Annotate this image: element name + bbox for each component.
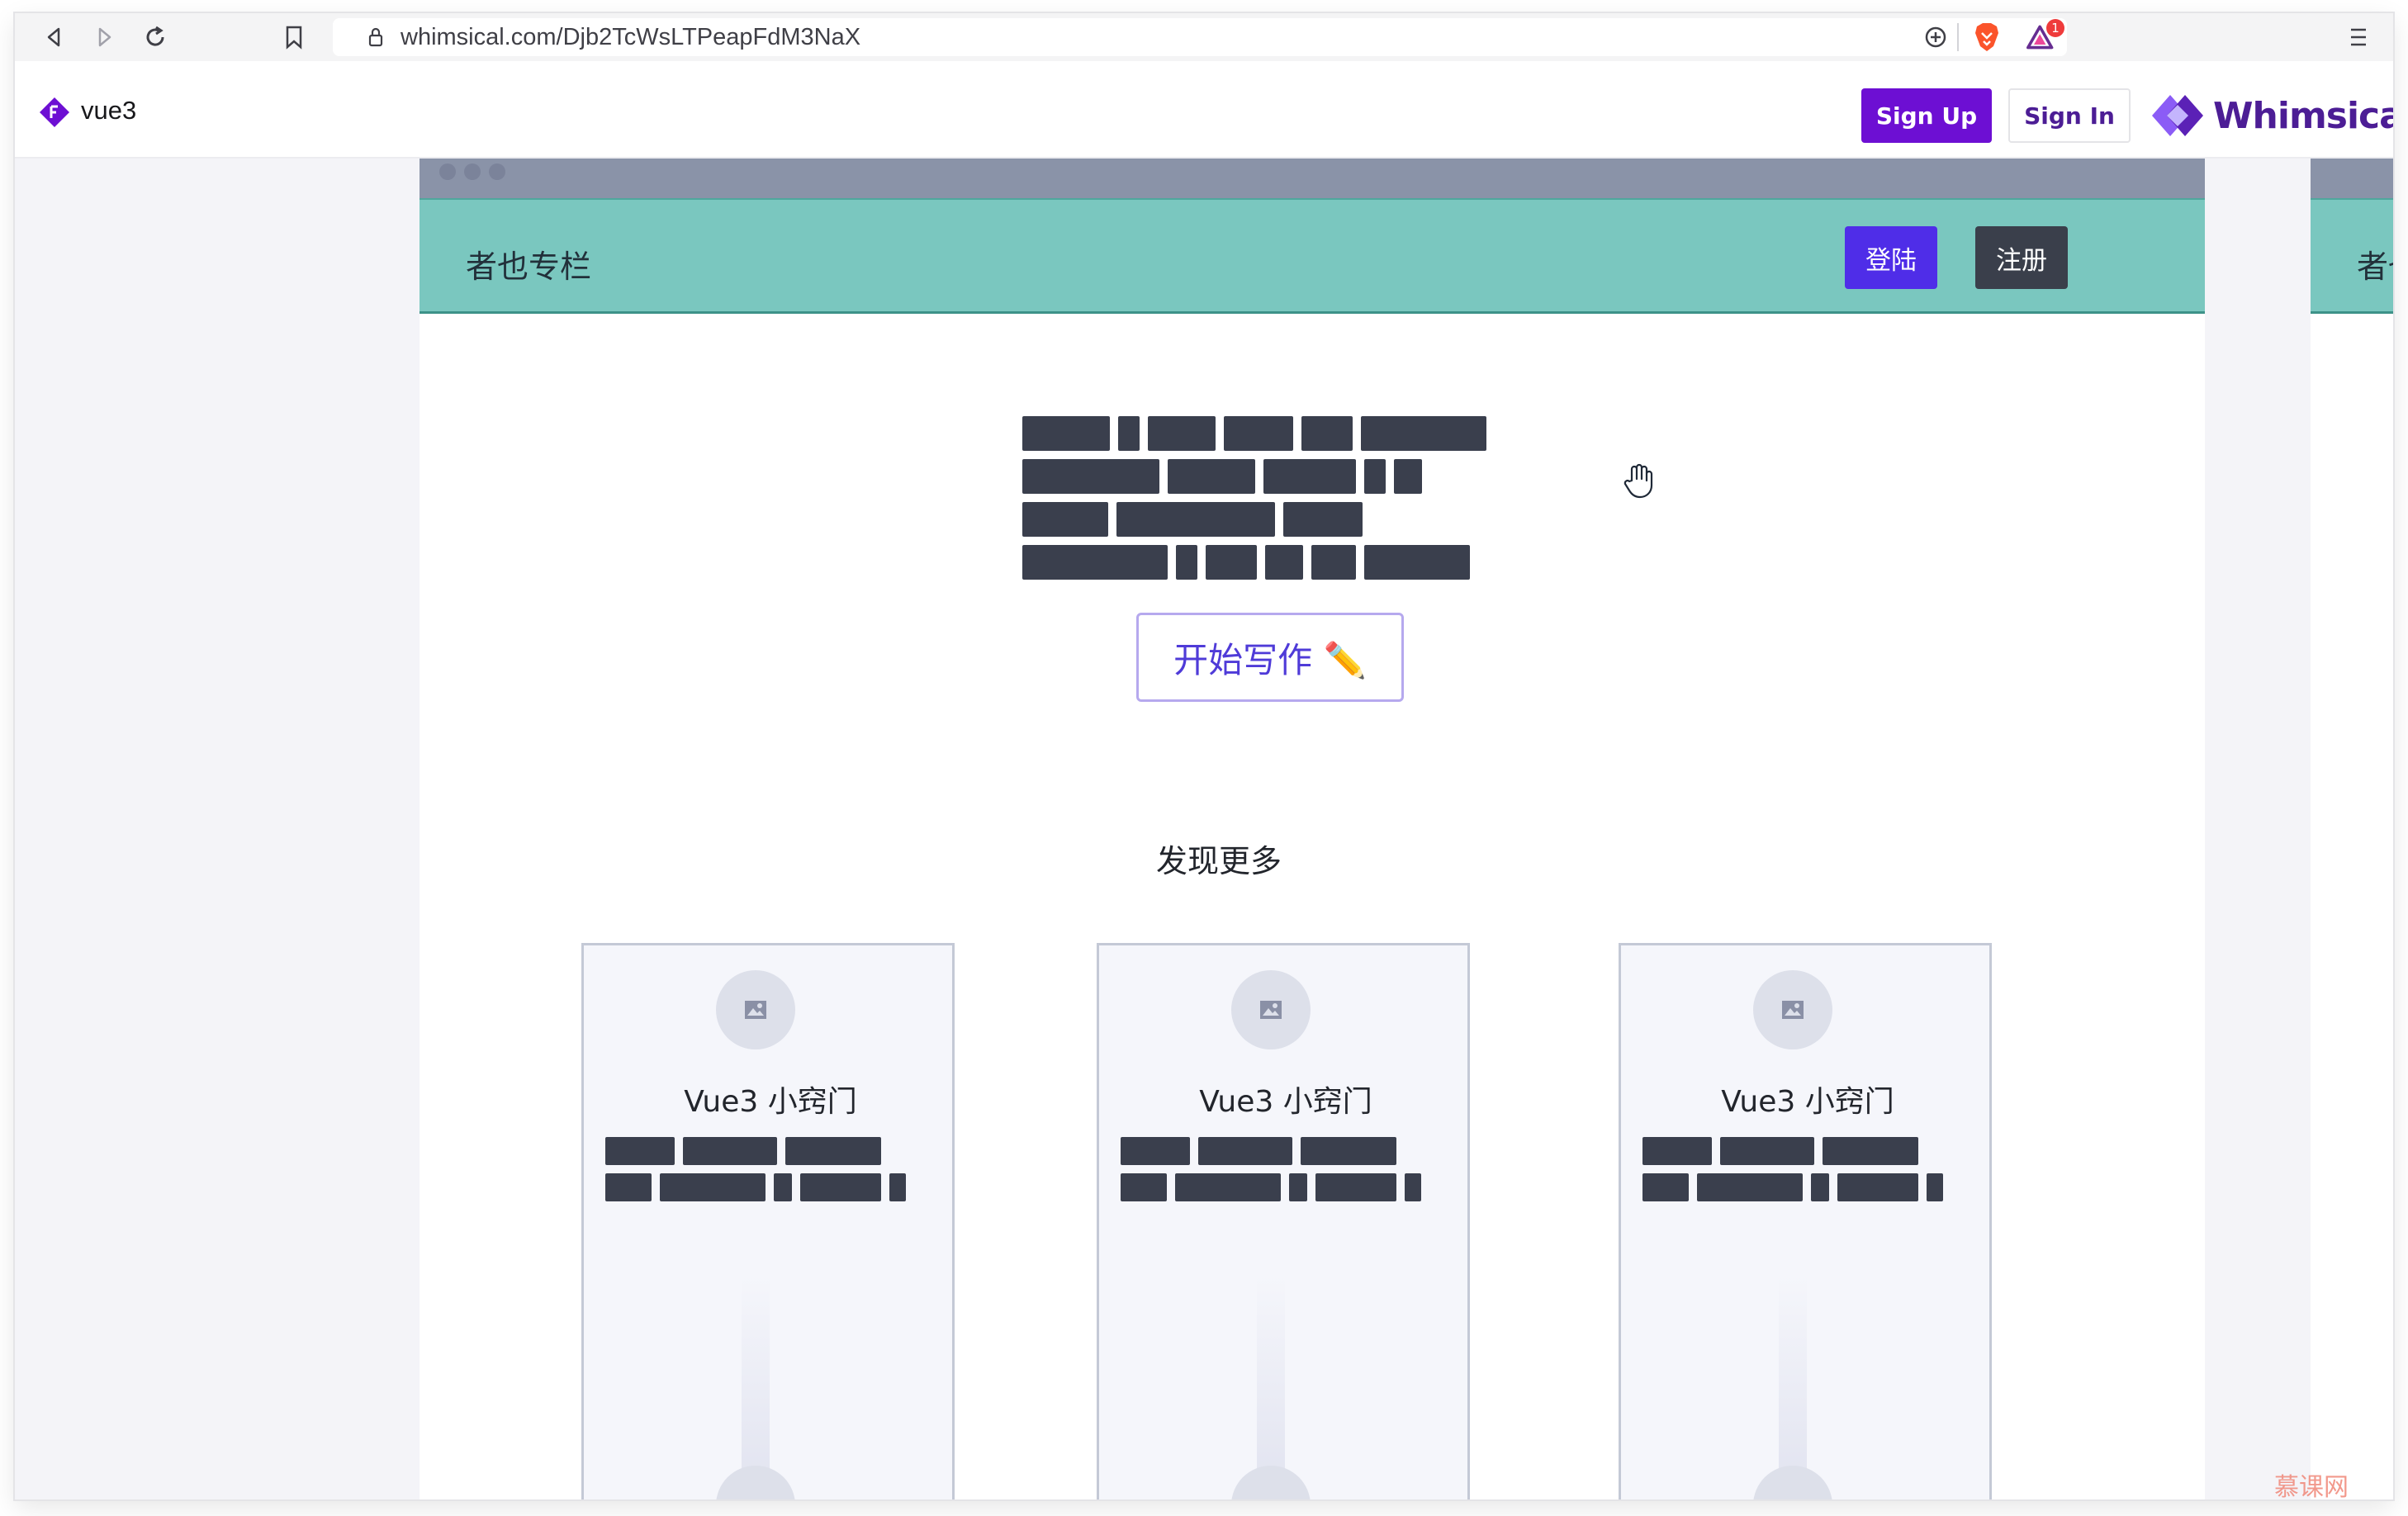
app-header: vue3 Sign Up Sign In Whimsical — [15, 61, 2393, 159]
wireframe-frame-partial[interactable]: 者也 — [2311, 159, 2393, 1499]
menu-button[interactable] — [2344, 22, 2373, 52]
whimsical-logo-icon — [2152, 95, 2203, 136]
whimsical-logo[interactable]: Whimsical — [2152, 89, 2393, 142]
wireframe-navbar[interactable]: 者也专栏 登陆 注册 — [420, 198, 2205, 314]
brand-name: Whimsical — [2213, 94, 2393, 137]
image-placeholder-icon — [716, 970, 795, 1049]
bookmark-button[interactable] — [279, 22, 309, 52]
zoom-button[interactable] — [1921, 22, 1951, 52]
image-placeholder-icon — [1753, 970, 1832, 1049]
column-card[interactable]: Vue3 小窍门 — [1097, 943, 1470, 1499]
document-title[interactable]: vue3 — [81, 96, 136, 126]
wireframe-login-button[interactable]: 登陆 — [1845, 226, 1937, 289]
whimsical-file-icon — [40, 97, 69, 127]
hand-cursor-icon — [1624, 463, 1653, 499]
notification-badge: 1 — [2046, 19, 2064, 37]
brave-shield-button[interactable] — [1972, 22, 2002, 52]
whimsical-canvas[interactable]: 者也专栏 登陆 注册 开始写作 ✏️ 发现更多 Vue3 小窍门 Vue3 小窍… — [15, 159, 2393, 1499]
wireframe-site-title: 者也专栏 — [466, 249, 592, 285]
column-card[interactable]: Vue3 小窍门 — [581, 943, 955, 1499]
image-placeholder-icon — [1231, 1466, 1311, 1499]
discover-more-heading: 发现更多 — [1155, 843, 1282, 879]
lock-icon — [368, 27, 383, 47]
wireframe-browser-bar — [420, 159, 2205, 198]
back-arrow-icon — [47, 27, 60, 47]
card-title: Vue3 小窍门 — [1199, 1085, 1372, 1119]
back-button[interactable] — [40, 22, 69, 52]
zoom-in-icon — [1925, 26, 1946, 48]
image-placeholder-icon — [716, 1466, 795, 1499]
wireframe-register-button[interactable]: 注册 — [1975, 226, 2068, 289]
brave-rewards-button[interactable]: 1 — [2026, 19, 2064, 52]
reload-button[interactable] — [140, 22, 170, 52]
wireframe-site-title: 者也 — [2357, 249, 2393, 285]
reload-icon — [146, 26, 164, 46]
browser-window: whimsical.com/Djb2TcWsLTPeapFdM3NaX 1 vu… — [15, 13, 2393, 1499]
hamburger-menu-icon — [2351, 28, 2366, 46]
brave-lion-icon — [1975, 23, 1998, 51]
sign-up-button[interactable]: Sign Up — [1861, 88, 1992, 143]
address-bar[interactable]: whimsical.com/Djb2TcWsLTPeapFdM3NaX — [333, 18, 2067, 56]
bookmark-icon — [286, 26, 302, 50]
sign-in-button[interactable]: Sign In — [2008, 88, 2131, 143]
image-placeholder-icon — [1753, 1466, 1832, 1499]
start-writing-button[interactable]: 开始写作 ✏️ — [1136, 613, 1404, 702]
url-text: whimsical.com/Djb2TcWsLTPeapFdM3NaX — [401, 23, 861, 50]
image-placeholder-icon — [1231, 970, 1311, 1049]
card-title: Vue3 小窍门 — [1721, 1085, 1894, 1119]
watermark: 慕课网 — [2274, 1473, 2349, 1499]
toolbar-divider — [1957, 23, 1959, 51]
card-title: Vue3 小窍门 — [684, 1085, 857, 1119]
wireframe-browser-bar — [2311, 159, 2393, 198]
wireframe-navbar: 者也 — [2311, 198, 2393, 314]
wireframe-frame[interactable]: 者也专栏 登陆 注册 开始写作 ✏️ 发现更多 Vue3 小窍门 Vue3 小窍… — [420, 159, 2205, 1499]
browser-toolbar: whimsical.com/Djb2TcWsLTPeapFdM3NaX 1 — [15, 13, 2393, 61]
forward-arrow-icon — [98, 27, 111, 47]
column-card[interactable]: Vue3 小窍门 — [1619, 943, 1992, 1499]
forward-button[interactable] — [89, 22, 119, 52]
